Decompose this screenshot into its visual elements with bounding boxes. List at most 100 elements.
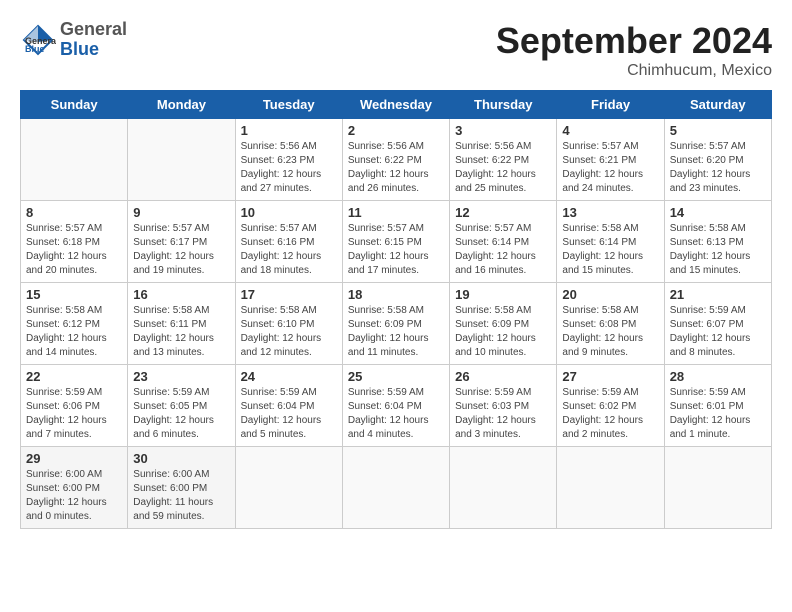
table-row: 15 Sunrise: 5:58 AMSunset: 6:12 PMDaylig… (21, 283, 128, 365)
table-row: 23 Sunrise: 5:59 AMSunset: 6:05 PMDaylig… (128, 365, 235, 447)
table-row: 5 Sunrise: 5:57 AMSunset: 6:20 PMDayligh… (664, 119, 771, 201)
table-row: 13 Sunrise: 5:58 AMSunset: 6:14 PMDaylig… (557, 201, 664, 283)
calendar-week-2: 15 Sunrise: 5:58 AMSunset: 6:12 PMDaylig… (21, 283, 772, 365)
day-info: Sunrise: 5:59 AMSunset: 6:07 PMDaylight:… (670, 305, 751, 358)
col-wednesday: Wednesday (342, 91, 449, 119)
day-number: 25 (348, 369, 444, 384)
col-tuesday: Tuesday (235, 91, 342, 119)
day-number: 3 (455, 123, 551, 138)
day-number: 10 (241, 205, 337, 220)
day-info: Sunrise: 5:59 AMSunset: 6:01 PMDaylight:… (670, 387, 751, 440)
day-number: 9 (133, 205, 229, 220)
table-row: 27 Sunrise: 5:59 AMSunset: 6:02 PMDaylig… (557, 365, 664, 447)
table-row: 28 Sunrise: 5:59 AMSunset: 6:01 PMDaylig… (664, 365, 771, 447)
table-row (21, 119, 128, 201)
day-info: Sunrise: 5:58 AMSunset: 6:09 PMDaylight:… (348, 305, 429, 358)
table-row: 21 Sunrise: 5:59 AMSunset: 6:07 PMDaylig… (664, 283, 771, 365)
calendar-header-row: Sunday Monday Tuesday Wednesday Thursday… (21, 91, 772, 119)
table-row: 1 Sunrise: 5:56 AMSunset: 6:23 PMDayligh… (235, 119, 342, 201)
col-monday: Monday (128, 91, 235, 119)
table-row (450, 447, 557, 529)
table-row: 11 Sunrise: 5:57 AMSunset: 6:15 PMDaylig… (342, 201, 449, 283)
day-info: Sunrise: 5:58 AMSunset: 6:08 PMDaylight:… (562, 305, 643, 358)
table-row: 4 Sunrise: 5:57 AMSunset: 6:21 PMDayligh… (557, 119, 664, 201)
day-number: 23 (133, 369, 229, 384)
calendar-week-4: 29 Sunrise: 6:00 AMSunset: 6:00 PMDaylig… (21, 447, 772, 529)
day-number: 19 (455, 287, 551, 302)
col-thursday: Thursday (450, 91, 557, 119)
table-row (342, 447, 449, 529)
day-number: 28 (670, 369, 766, 384)
table-row: 8 Sunrise: 5:57 AMSunset: 6:18 PMDayligh… (21, 201, 128, 283)
table-row: 18 Sunrise: 5:58 AMSunset: 6:09 PMDaylig… (342, 283, 449, 365)
day-number: 11 (348, 205, 444, 220)
table-row: 29 Sunrise: 6:00 AMSunset: 6:00 PMDaylig… (21, 447, 128, 529)
day-info: Sunrise: 5:56 AMSunset: 6:22 PMDaylight:… (455, 141, 536, 194)
page-header: General Blue General Blue September 2024… (20, 20, 772, 80)
table-row: 12 Sunrise: 5:57 AMSunset: 6:14 PMDaylig… (450, 201, 557, 283)
day-number: 24 (241, 369, 337, 384)
table-row: 9 Sunrise: 5:57 AMSunset: 6:17 PMDayligh… (128, 201, 235, 283)
day-number: 20 (562, 287, 658, 302)
logo: General Blue General Blue (20, 20, 127, 60)
day-info: Sunrise: 5:58 AMSunset: 6:13 PMDaylight:… (670, 223, 751, 276)
table-row (128, 119, 235, 201)
day-info: Sunrise: 5:59 AMSunset: 6:04 PMDaylight:… (348, 387, 429, 440)
day-number: 8 (26, 205, 122, 220)
day-info: Sunrise: 5:57 AMSunset: 6:20 PMDaylight:… (670, 141, 751, 194)
day-number: 5 (670, 123, 766, 138)
day-number: 27 (562, 369, 658, 384)
day-info: Sunrise: 5:57 AMSunset: 6:15 PMDaylight:… (348, 223, 429, 276)
table-row: 16 Sunrise: 5:58 AMSunset: 6:11 PMDaylig… (128, 283, 235, 365)
day-info: Sunrise: 5:58 AMSunset: 6:14 PMDaylight:… (562, 223, 643, 276)
month-title: September 2024 (496, 20, 772, 62)
table-row (557, 447, 664, 529)
table-row (664, 447, 771, 529)
day-info: Sunrise: 5:59 AMSunset: 6:06 PMDaylight:… (26, 387, 107, 440)
day-info: Sunrise: 5:57 AMSunset: 6:16 PMDaylight:… (241, 223, 322, 276)
table-row: 19 Sunrise: 5:58 AMSunset: 6:09 PMDaylig… (450, 283, 557, 365)
day-info: Sunrise: 5:58 AMSunset: 6:10 PMDaylight:… (241, 305, 322, 358)
day-number: 12 (455, 205, 551, 220)
calendar-week-3: 22 Sunrise: 5:59 AMSunset: 6:06 PMDaylig… (21, 365, 772, 447)
day-info: Sunrise: 6:00 AMSunset: 6:00 PMDaylight:… (133, 469, 213, 522)
day-number: 2 (348, 123, 444, 138)
day-info: Sunrise: 5:58 AMSunset: 6:09 PMDaylight:… (455, 305, 536, 358)
day-number: 1 (241, 123, 337, 138)
day-info: Sunrise: 5:58 AMSunset: 6:12 PMDaylight:… (26, 305, 107, 358)
day-info: Sunrise: 6:00 AMSunset: 6:00 PMDaylight:… (26, 469, 107, 522)
logo-blue-text: Blue (60, 40, 127, 60)
table-row: 20 Sunrise: 5:58 AMSunset: 6:08 PMDaylig… (557, 283, 664, 365)
day-number: 17 (241, 287, 337, 302)
day-number: 14 (670, 205, 766, 220)
day-number: 26 (455, 369, 551, 384)
table-row: 3 Sunrise: 5:56 AMSunset: 6:22 PMDayligh… (450, 119, 557, 201)
day-info: Sunrise: 5:57 AMSunset: 6:17 PMDaylight:… (133, 223, 214, 276)
day-info: Sunrise: 5:57 AMSunset: 6:18 PMDaylight:… (26, 223, 107, 276)
svg-text:Blue: Blue (25, 44, 45, 54)
day-info: Sunrise: 5:59 AMSunset: 6:04 PMDaylight:… (241, 387, 322, 440)
day-number: 15 (26, 287, 122, 302)
day-info: Sunrise: 5:57 AMSunset: 6:21 PMDaylight:… (562, 141, 643, 194)
col-saturday: Saturday (664, 91, 771, 119)
table-row (235, 447, 342, 529)
location: Chimhucum, Mexico (496, 62, 772, 80)
calendar-week-0: 1 Sunrise: 5:56 AMSunset: 6:23 PMDayligh… (21, 119, 772, 201)
table-row: 2 Sunrise: 5:56 AMSunset: 6:22 PMDayligh… (342, 119, 449, 201)
table-row: 22 Sunrise: 5:59 AMSunset: 6:06 PMDaylig… (21, 365, 128, 447)
calendar-week-1: 8 Sunrise: 5:57 AMSunset: 6:18 PMDayligh… (21, 201, 772, 283)
calendar-table: Sunday Monday Tuesday Wednesday Thursday… (20, 90, 772, 529)
day-number: 18 (348, 287, 444, 302)
day-info: Sunrise: 5:56 AMSunset: 6:23 PMDaylight:… (241, 141, 322, 194)
logo-icon: General Blue (20, 22, 56, 58)
col-friday: Friday (557, 91, 664, 119)
logo-general-text: General (60, 20, 127, 40)
day-number: 16 (133, 287, 229, 302)
day-number: 30 (133, 451, 229, 466)
title-area: September 2024 Chimhucum, Mexico (496, 20, 772, 80)
day-number: 4 (562, 123, 658, 138)
table-row: 25 Sunrise: 5:59 AMSunset: 6:04 PMDaylig… (342, 365, 449, 447)
day-info: Sunrise: 5:58 AMSunset: 6:11 PMDaylight:… (133, 305, 214, 358)
table-row: 14 Sunrise: 5:58 AMSunset: 6:13 PMDaylig… (664, 201, 771, 283)
table-row: 24 Sunrise: 5:59 AMSunset: 6:04 PMDaylig… (235, 365, 342, 447)
